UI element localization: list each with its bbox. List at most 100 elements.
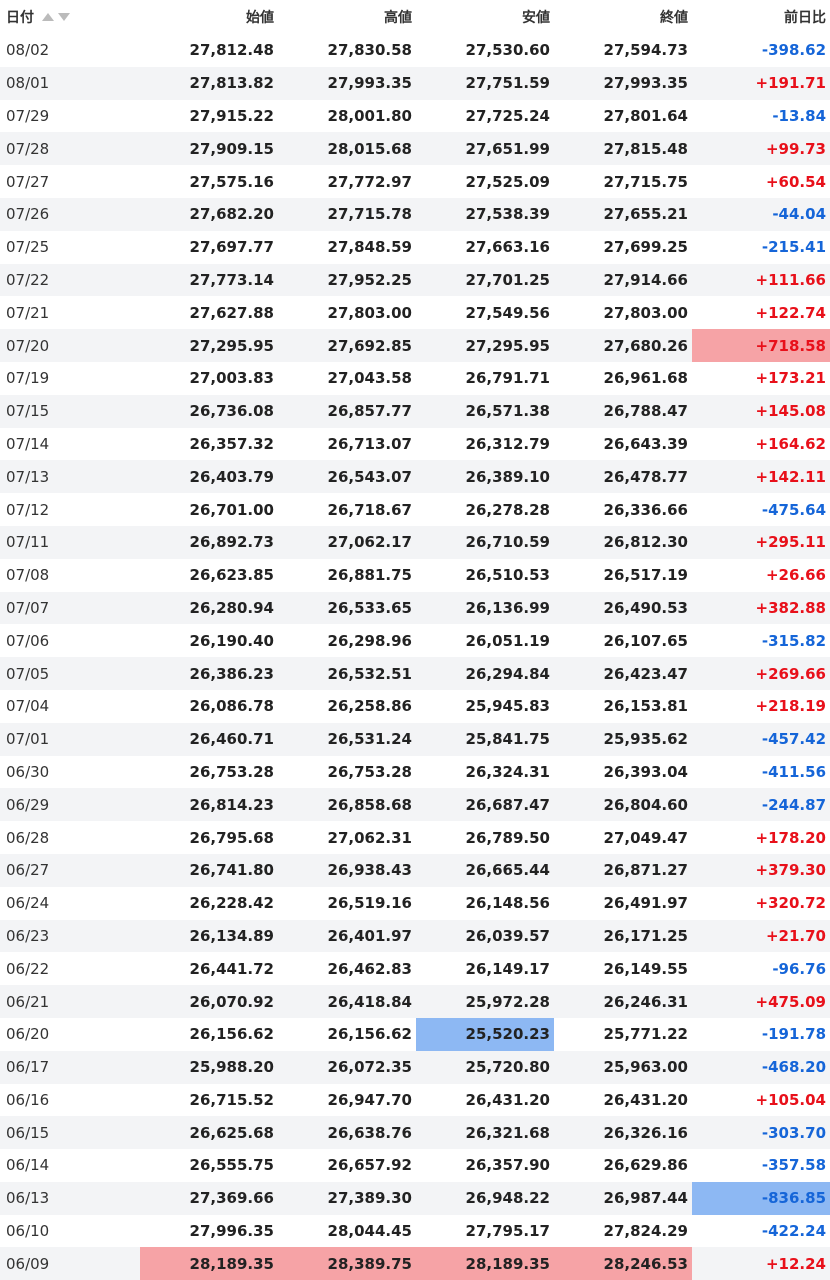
high-cell: 26,543.07 (327, 467, 412, 486)
date-cell: 07/01 (6, 730, 50, 749)
open-column-header: 始値 (246, 10, 274, 26)
high-cell: 27,062.17 (327, 533, 412, 552)
date-cell: 07/04 (6, 697, 50, 716)
low-cell: 26,431.20 (465, 1090, 550, 1109)
high-cell: 26,947.70 (327, 1090, 412, 1109)
change-cell: +218.19 (755, 697, 826, 716)
open-cell: 26,460.71 (189, 730, 274, 749)
low-cell: 27,651.99 (465, 139, 550, 158)
date-cell: 07/21 (6, 303, 50, 322)
sort-controls[interactable] (42, 13, 70, 21)
date-cell: 06/09 (6, 1254, 50, 1273)
table-row: 07/07 26,280.94 26,533.65 26,136.99 26,490.5… (0, 591, 830, 625)
sort-ascending-icon[interactable] (42, 13, 54, 21)
low-cell: 25,520.23 (416, 1017, 554, 1051)
open-cell: 26,741.80 (189, 861, 274, 880)
low-cell: 28,189.35 (416, 1247, 554, 1280)
change-cell: -468.20 (761, 1058, 826, 1077)
change-cell: +99.73 (765, 139, 826, 158)
high-cell: 28,015.68 (327, 139, 412, 158)
change-cell: +173.21 (755, 369, 826, 388)
date-cell: 06/15 (6, 1123, 50, 1142)
low-cell: 27,795.17 (465, 1222, 550, 1241)
low-cell: 25,720.80 (465, 1058, 550, 1077)
open-cell: 27,915.22 (189, 106, 274, 125)
date-column-header[interactable]: 日付 (0, 0, 140, 34)
table-row: 06/13 27,369.66 27,389.30 26,948.22 26,987.4… (0, 1181, 830, 1215)
table-row: 07/01 26,460.71 26,531.24 25,841.75 25,935.6… (0, 722, 830, 756)
high-cell: 26,938.43 (327, 861, 412, 880)
table-row: 06/10 27,996.35 28,044.45 27,795.17 27,824.2… (0, 1215, 830, 1248)
close-cell: 26,423.47 (603, 664, 688, 683)
date-cell: 07/15 (6, 402, 50, 421)
high-cell: 26,753.28 (327, 762, 412, 781)
high-cell: 26,072.35 (327, 1058, 412, 1077)
date-cell: 06/10 (6, 1222, 50, 1241)
high-cell: 27,952.25 (327, 270, 412, 289)
table-row: 07/13 26,403.79 26,543.07 26,389.10 26,478.7… (0, 460, 830, 494)
close-cell: 26,812.30 (603, 533, 688, 552)
close-cell: 26,431.20 (603, 1090, 688, 1109)
close-cell: 26,987.44 (603, 1189, 688, 1208)
high-cell: 26,657.92 (327, 1156, 412, 1175)
table-row: 07/29 27,915.22 28,001.80 27,725.24 27,801.6… (0, 100, 830, 133)
change-cell: +122.74 (755, 303, 826, 322)
high-cell: 26,858.68 (327, 795, 412, 814)
close-cell: 26,246.31 (603, 992, 688, 1011)
date-cell: 06/28 (6, 828, 50, 847)
high-column-header: 高値 (384, 10, 412, 26)
close-cell: 26,490.53 (603, 598, 688, 617)
low-cell: 27,295.95 (465, 336, 550, 355)
high-cell: 26,857.77 (327, 402, 412, 421)
open-cell: 25,988.20 (189, 1058, 274, 1077)
date-cell: 07/27 (6, 172, 50, 191)
date-cell: 07/28 (6, 139, 50, 158)
change-cell: +12.24 (765, 1254, 826, 1273)
low-cell: 27,549.56 (465, 303, 550, 322)
high-cell: 28,001.80 (327, 106, 412, 125)
change-cell: -836.85 (692, 1181, 830, 1215)
high-cell: 26,258.86 (327, 697, 412, 716)
low-cell: 27,525.09 (465, 172, 550, 191)
low-cell: 26,051.19 (465, 631, 550, 650)
high-cell: 28,044.45 (327, 1222, 412, 1241)
date-cell: 07/11 (6, 533, 50, 552)
low-cell: 26,149.17 (465, 959, 550, 978)
date-cell: 06/13 (6, 1189, 50, 1208)
open-cell: 26,441.72 (189, 959, 274, 978)
sort-descending-icon[interactable] (58, 13, 70, 21)
high-cell: 26,418.84 (327, 992, 412, 1011)
table-row: 07/15 26,736.08 26,857.77 26,571.38 26,788.4… (0, 394, 830, 428)
table-row: 06/28 26,795.68 27,062.31 26,789.50 27,049.4… (0, 821, 830, 854)
close-cell: 27,655.21 (603, 205, 688, 224)
open-cell: 26,357.32 (189, 434, 274, 453)
open-cell: 26,134.89 (189, 926, 274, 945)
table-row: 06/09 28,189.35 28,389.75 28,189.35 28,246.5… (0, 1247, 830, 1280)
close-cell: 26,171.25 (603, 926, 688, 945)
change-cell: +111.66 (755, 270, 826, 289)
low-cell: 26,687.47 (465, 795, 550, 814)
change-cell: -303.70 (761, 1123, 826, 1142)
open-cell: 26,715.52 (189, 1090, 274, 1109)
low-cell: 26,389.10 (465, 467, 550, 486)
table-row: 06/16 26,715.52 26,947.70 26,431.20 26,431.2… (0, 1084, 830, 1117)
close-cell: 27,715.75 (603, 172, 688, 191)
date-cell: 07/12 (6, 500, 50, 519)
open-cell: 26,753.28 (189, 762, 274, 781)
close-cell: 25,771.22 (603, 1025, 688, 1044)
high-cell: 27,062.31 (327, 828, 412, 847)
high-cell: 27,715.78 (327, 205, 412, 224)
change-cell: +382.88 (755, 598, 826, 617)
table-row: 06/29 26,814.23 26,858.68 26,687.47 26,804.6… (0, 788, 830, 822)
close-cell: 27,914.66 (603, 270, 688, 289)
change-cell: +718.58 (692, 329, 830, 362)
close-cell: 27,815.48 (603, 139, 688, 158)
open-cell: 26,403.79 (189, 467, 274, 486)
close-cell: 27,594.73 (603, 41, 688, 60)
table-row: 07/06 26,190.40 26,298.96 26,051.19 26,107.6… (0, 624, 830, 657)
close-cell: 27,801.64 (603, 106, 688, 125)
high-cell: 26,533.65 (327, 598, 412, 617)
low-cell: 26,278.28 (465, 500, 550, 519)
table-row: 07/08 26,623.85 26,881.75 26,510.53 26,517.1… (0, 559, 830, 592)
low-cell: 27,751.59 (465, 74, 550, 93)
